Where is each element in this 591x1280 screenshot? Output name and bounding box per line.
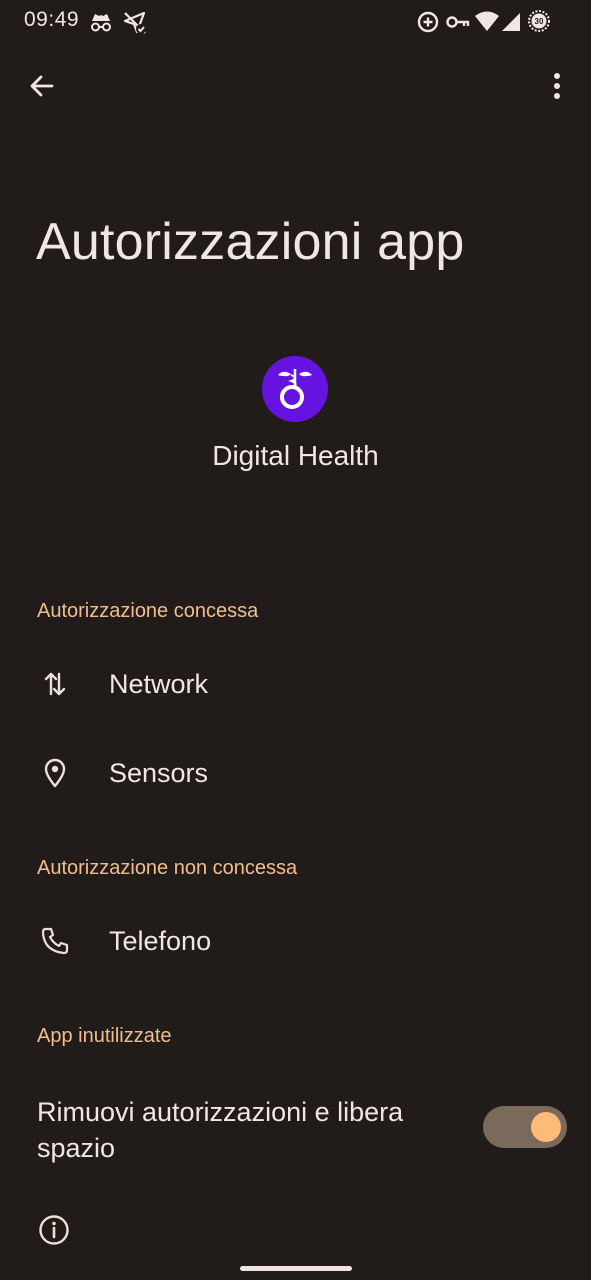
incognito-icon [88,10,114,39]
battery-saver-icon: 30 [527,9,551,38]
navigation-handle[interactable] [240,1266,352,1271]
section-header-granted: Autorizzazione concessa [37,600,259,622]
permission-label: Telefono [109,926,212,956]
battery-level-text: 30 [535,17,544,26]
app-name: Digital Health [212,440,379,471]
data-saver-icon [416,10,440,39]
remove-permissions-row[interactable]: Rimuovi autorizzazioni e libera spazio [0,1086,591,1176]
app-icon [262,356,328,422]
permission-item-sensors[interactable]: Sensors [0,734,591,814]
swap-vert-icon [38,667,72,701]
section-header-unused: App inutilizzate [37,1025,172,1047]
arrow-back-icon [30,75,54,97]
permission-label: Network [109,669,209,699]
signal-icon [500,10,522,37]
caduceus-ring-icon [278,369,312,409]
wifi-icon [474,10,500,37]
permission-item-telefono[interactable]: Telefono [0,902,591,982]
remove-permissions-label: Rimuovi autorizzazioni e libera spazio [37,1097,404,1163]
location-off-icon [122,10,148,41]
status-bar: 09:49 30 [0,0,591,44]
phone-icon [38,924,72,958]
remove-permissions-toggle[interactable] [483,1106,567,1148]
info-icon[interactable] [37,1213,71,1247]
more-options-button[interactable] [535,64,579,108]
permission-item-network[interactable]: Network [0,645,591,725]
page-title: Autorizzazioni app [36,213,465,271]
vpn-key-icon [446,13,470,36]
status-time: 09:49 [24,8,80,31]
more-vert-icon [554,73,560,99]
back-button[interactable] [20,64,64,108]
section-header-denied: Autorizzazione non concessa [37,857,298,879]
location-pin-icon [38,756,72,790]
toggle-thumb [531,1112,561,1142]
permission-label: Sensors [109,758,209,788]
